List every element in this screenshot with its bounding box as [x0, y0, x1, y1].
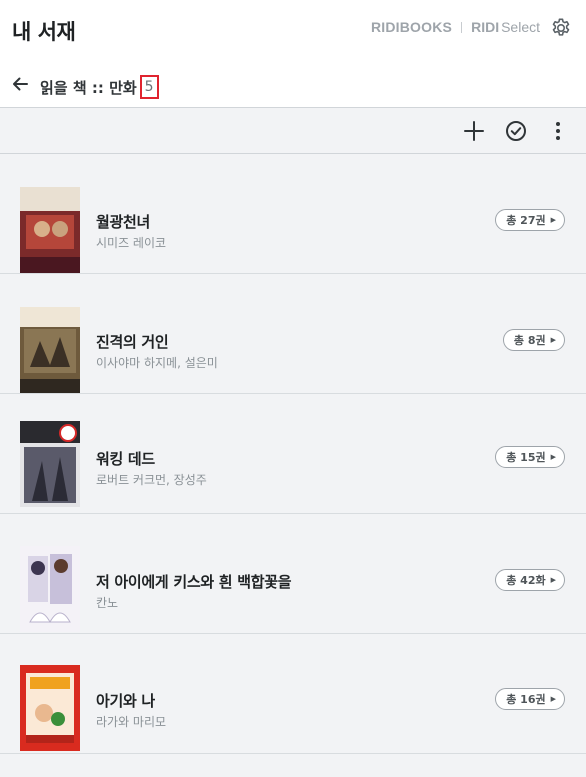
- book-cover[interactable]: [20, 546, 80, 632]
- arrow-left-icon[interactable]: [10, 74, 30, 94]
- toolbar: [0, 108, 586, 154]
- volume-count-button[interactable]: 총 16권 ▶: [495, 688, 565, 710]
- book-title: 아기와 나: [96, 692, 155, 710]
- list-item[interactable]: 워킹 데드 로버트 커크먼, 장성주 총 15권 ▶: [0, 394, 586, 514]
- ridibooks-link[interactable]: RIDIBOOKS: [371, 19, 452, 35]
- volume-count-button[interactable]: 총 8권 ▶: [502, 329, 565, 351]
- book-title: 저 아이에게 키스와 흰 백합꽃을: [96, 573, 292, 591]
- breadcrumb-label: 읽을 책 :: 만화: [40, 78, 137, 97]
- cover-art: [20, 421, 80, 507]
- cover-art: [20, 187, 80, 273]
- volume-count-button[interactable]: 총 27권 ▶: [495, 209, 565, 231]
- book-author: 이사야마 하지메, 설은미: [96, 356, 218, 370]
- book-cover[interactable]: [20, 307, 80, 393]
- check-circle-icon[interactable]: [504, 119, 528, 143]
- gear-icon[interactable]: [550, 17, 572, 39]
- volume-count-button[interactable]: 총 15권 ▶: [495, 446, 565, 468]
- chevron-right-icon: ▶: [550, 576, 556, 584]
- book-author: 시미즈 레이코: [96, 236, 167, 250]
- more-vertical-icon[interactable]: [546, 119, 570, 143]
- book-author: 라가와 마리모: [96, 715, 167, 729]
- list-item[interactable]: 월광천녀 시미즈 레이코 총 27권 ▶: [0, 154, 586, 274]
- book-title: 워킹 데드: [96, 450, 155, 468]
- chevron-right-icon: ▶: [550, 336, 556, 344]
- cover-art: [20, 307, 80, 393]
- book-cover[interactable]: [20, 665, 80, 751]
- chevron-right-icon: ▶: [550, 453, 556, 461]
- book-author: 칸노: [96, 596, 119, 610]
- volume-count-label: 총 15권: [506, 451, 546, 464]
- volume-count-label: 총 8권: [513, 334, 546, 347]
- book-count: 5: [139, 75, 159, 99]
- plus-icon[interactable]: [462, 119, 486, 143]
- breadcrumb: 읽을 책 :: 만화 5: [40, 75, 159, 99]
- volume-count-label: 총 27권: [506, 214, 546, 227]
- ridi-select-link-ridi[interactable]: RIDI: [471, 19, 499, 35]
- chevron-right-icon: ▶: [550, 216, 556, 224]
- book-author: 로버트 커크먼, 장성주: [96, 473, 207, 487]
- book-cover[interactable]: [20, 187, 80, 273]
- cover-art: [20, 665, 80, 751]
- brand-divider: [461, 21, 463, 33]
- volume-count-label: 총 42화: [506, 574, 546, 587]
- list-item[interactable]: 저 아이에게 키스와 흰 백합꽃을 칸노 총 42화 ▶: [0, 514, 586, 634]
- volume-count-label: 총 16권: [506, 693, 546, 706]
- ridi-select-link-select[interactable]: Select: [501, 19, 540, 35]
- chevron-right-icon: ▶: [550, 695, 556, 703]
- cover-art: [20, 546, 80, 632]
- list-item[interactable]: 아기와 나 라가와 마리모 총 16권 ▶: [0, 634, 586, 754]
- book-title: 월광천녀: [96, 213, 151, 231]
- brand-links: RIDIBOOKS RIDI Select: [371, 19, 540, 35]
- nav-bar: 읽을 책 :: 만화 5: [0, 60, 586, 108]
- volume-count-button[interactable]: 총 42화 ▶: [495, 569, 565, 591]
- book-title: 진격의 거인: [96, 333, 169, 351]
- book-cover[interactable]: [20, 421, 80, 507]
- list-item[interactable]: 진격의 거인 이사야마 하지메, 설은미 총 8권 ▶: [0, 274, 586, 394]
- page-title: 내 서재: [12, 20, 76, 44]
- top-bar: 내 서재 RIDIBOOKS RIDI Select: [0, 0, 586, 60]
